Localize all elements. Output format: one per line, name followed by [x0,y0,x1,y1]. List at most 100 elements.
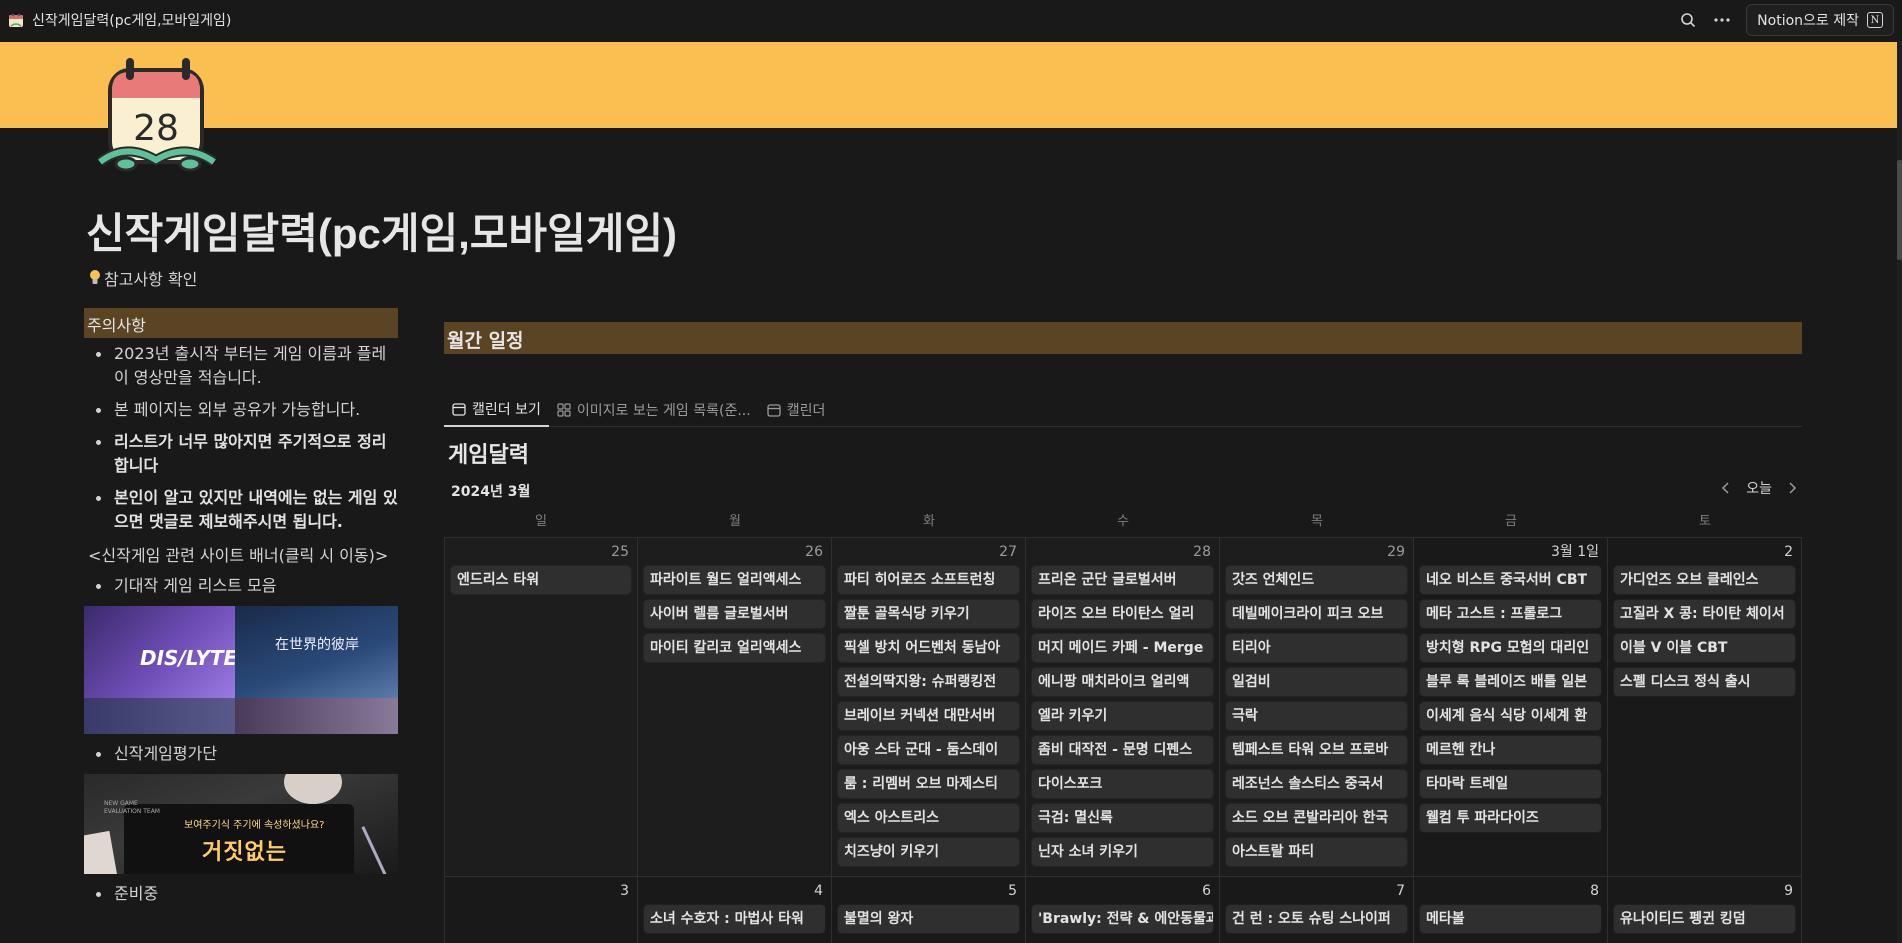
day-number: 4 [814,883,823,899]
calendar-day-cell[interactable]: 6 'Brawly: 전략 & 에안동물과 [1026,877,1220,943]
calendar-day-cell[interactable]: 8 메타볼 [1414,877,1608,943]
calendar-event[interactable]: 엔드리스 타워 [451,566,631,594]
calendar-day-cell[interactable]: 29 갓즈 언체인드 데빌메이크라이 피크 오브 티리아 일검비 극락 템페스트 타워 오브… [1220,538,1414,876]
today-button[interactable]: 오늘 [1746,478,1772,498]
calendar-event[interactable]: 이블 V 이블 CBT [1614,634,1795,662]
calendar-event[interactable]: 티리아 [1226,634,1407,662]
calendar-event[interactable]: 메르헨 칸나 [1420,736,1601,764]
expected-games-link[interactable]: 기대작 게임 리스트 모음 [84,574,398,598]
calendar-event[interactable]: 웰컴 투 파라다이즈 [1420,804,1601,832]
calendar-day-cell[interactable]: 25 엔드리스 타워 [444,538,638,876]
calendar-event[interactable]: 유나이티드 펭귄 킹덤 [1614,905,1795,933]
breadcrumb-page-name[interactable]: 신작게임달력(pc게임,모바일게임) [32,10,231,30]
day-number: 3월 1일 [1550,544,1599,560]
calendar-event[interactable]: 픽셀 방치 어드벤처 동남아 [838,634,1019,662]
calendar-event[interactable]: 엑스 아스트리스 [838,804,1019,832]
calendar-day-cell[interactable]: 5 불멸의 왕자 [832,877,1026,943]
calendar-event[interactable]: 닌자 소녀 키우기 [1032,838,1213,866]
calendar-day-cell[interactable]: 7 건 런 : 오토 슈팅 스나이퍼 [1220,877,1414,943]
calendar-event[interactable]: 일검비 [1226,668,1407,696]
calendar-event[interactable]: 엘라 키우기 [1032,702,1213,730]
calendar-event[interactable]: 레조넌스 솔스티스 중국서 [1226,770,1407,798]
weekday-label: 수 [1117,514,1129,529]
calendar-day-cell[interactable]: 9 유나이티드 펭귄 킹덤 [1608,877,1802,943]
calendar-event[interactable]: 극락 [1226,702,1407,730]
made-with-notion-button[interactable]: Notion으로 제작 N [1746,4,1894,36]
calendar-event[interactable]: 프리온 군단 글로벌서버 [1032,566,1213,594]
calendar-event[interactable]: 가디언즈 오브 클레인스 [1614,566,1795,594]
calendar-event[interactable]: 스펠 디스크 정식 출시 [1614,668,1795,696]
calendar-event[interactable]: 타마락 트레일 [1420,770,1601,798]
calendar-event[interactable]: 'Brawly: 전략 & 에안동물과 [1032,905,1213,933]
calendar-title[interactable]: 게임달력 [448,437,529,469]
eval-team-label: NEW GAME EVALUATION TEAM [104,800,160,815]
calendar-event[interactable]: 마이티 칼리코 얼리액세스 [644,634,825,662]
weekday-label: 토 [1699,514,1711,529]
calendar-event[interactable]: 전설의딱지왕: 슈퍼랭킹전 [838,668,1019,696]
eval-question: 보여주기식 주기에 속성하셨나요? [184,820,325,831]
day-number: 28 [1193,544,1211,560]
calendar-day-cell[interactable]: 3 [444,877,638,943]
monthly-schedule-heading: 월간 일정 [444,322,1802,354]
tab-image-gallery[interactable]: 이미지로 보는 게임 목록(준... [549,393,759,427]
tab-calendar-view[interactable]: 캘린더 보기 [444,393,549,427]
calendar-event[interactable]: 블루 록 블레이즈 배틀 일본 [1420,668,1601,696]
banner-image-4[interactable] [235,698,398,734]
day-number: 7 [1396,883,1405,899]
calendar-event[interactable]: 이세계 음식 식당 이세계 환 [1420,702,1601,730]
calendar-event[interactable]: 건 런 : 오토 슈팅 스나이퍼 [1226,905,1407,933]
link-list-3: 준비중 [84,882,398,906]
calendar-event[interactable]: 불멸의 왕자 [838,905,1019,933]
tab-calendar[interactable]: 캘린더 [759,393,834,427]
more-icon[interactable] [1712,10,1732,30]
calendar-event[interactable]: 메타 고스트 : 프롤로그 [1420,600,1601,628]
calendar-event[interactable]: 데빌메이크라이 피크 오브 [1226,600,1407,628]
calendar-event[interactable]: 파티 히어로즈 소프트런칭 [838,566,1019,594]
calendar-event[interactable]: 메타볼 [1420,905,1601,933]
calendar-event[interactable]: 갓즈 언체인드 [1226,566,1407,594]
scrollbar-thumb[interactable] [1897,160,1902,260]
next-month-button[interactable] [1782,478,1802,498]
calendar-event[interactable]: 파라이트 월드 얼리액세스 [644,566,825,594]
evaluation-team-link[interactable]: 신작게임평가단 [84,742,398,766]
calendar-day-cell[interactable]: 2 가디언즈 오브 클레인스 고질라 X 콩: 타이탄 체이서 이블 V 이블 CBT… [1608,538,1802,876]
page-subtitle[interactable]: 참고사항 확인 [88,266,197,290]
calendar-event[interactable]: 사이버 렐름 글로벌서버 [644,600,825,628]
calendar-event[interactable]: 에니팡 매치라이크 얼리액 [1032,668,1213,696]
calendar-event[interactable]: 다이스포크 [1032,770,1213,798]
evaluation-team-banner[interactable]: NEW GAME EVALUATION TEAM 보여주기식 주기에 속성하셨나… [84,774,398,874]
calendar-event[interactable]: 아웅 스타 군대 - 둠스데이 [838,736,1019,764]
calendar-day-cell[interactable]: 4 소녀 수호자 : 마법사 타워 [638,877,832,943]
search-icon[interactable] [1678,10,1698,30]
calendar-event[interactable]: 방치형 RPG 모험의 대리인 [1420,634,1601,662]
calendar-event[interactable]: 네오 비스트 중국서버 CBT [1420,566,1601,594]
calendar-event[interactable]: 아스트랄 파티 [1226,838,1407,866]
calendar-nav: 오늘 [1716,478,1802,498]
scrollbar[interactable] [1897,40,1902,943]
day-number: 9 [1784,883,1793,899]
calendar-event[interactable]: 극검: 멸신록 [1032,804,1213,832]
calendar-day-cell[interactable]: 27 파티 히어로즈 소프트런칭 짤툰 골목식당 키우기 픽셀 방치 어드벤처 동남아… [832,538,1026,876]
banner-image-world[interactable]: 在世界的彼岸 [235,606,398,698]
calendar-event[interactable]: 좀비 대작전 - 문명 디펜스 [1032,736,1213,764]
calendar-event[interactable]: 브레이브 커넥션 대만서버 [838,702,1019,730]
calendar-event[interactable]: 짤툰 골목식당 키우기 [838,600,1019,628]
calendar-event[interactable]: 템페스트 타워 오브 프로바 [1226,736,1407,764]
calendar-day-cell[interactable]: 26 파라이트 월드 얼리액세스 사이버 렐름 글로벌서버 마이티 칼리코 얼리액세스 [638,538,832,876]
calendar-day-cell[interactable]: 3월 1일네오 비스트 중국서버 CBT 메타 고스트 : 프롤로그방치형 RPG… [1414,538,1608,876]
calendar-event[interactable]: 룸 : 리멤버 오브 마제스티 [838,770,1019,798]
weekday-header: 일 월 화 수 목 금 토 [444,512,1802,536]
banner-image-dislyte[interactable]: DIS/LYTE [84,606,237,698]
calendar-event[interactable]: 라이즈 오브 타이탄스 얼리 [1032,600,1213,628]
link-list-1: 기대작 게임 리스트 모음 [84,574,398,598]
calendar-day-cell[interactable]: 28 프리온 군단 글로벌서버라이즈 오브 타이탄스 얼리머지 메이드 카페 - … [1026,538,1220,876]
calendar-event[interactable]: 소드 오브 콘발라리아 한국 [1226,804,1407,832]
calendar-event[interactable]: 고질라 X 콩: 타이탄 체이서 [1614,600,1795,628]
banner-image-3[interactable] [84,698,235,734]
calendar-event[interactable]: 소녀 수호자 : 마법사 타워 [644,905,825,933]
calendar-event[interactable]: 머지 메이드 카페 - Merge [1032,634,1213,662]
expected-games-banner[interactable]: DIS/LYTE 在世界的彼岸 [84,606,398,734]
calendar-page-icon[interactable]: 28 [96,52,220,180]
prev-month-button[interactable] [1716,478,1736,498]
calendar-event[interactable]: 치즈냥이 키우기 [838,838,1019,866]
